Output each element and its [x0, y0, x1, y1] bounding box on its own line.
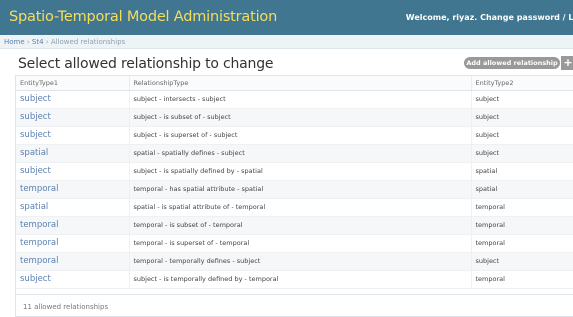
- results-table-container: EntityType1 RelationshipType EntityType2…: [15, 75, 573, 317]
- cell-entitytype1-link[interactable]: spatial: [16, 144, 130, 163]
- table-row[interactable]: spatial spatial - spatially defines - sub…: [16, 144, 573, 163]
- cell-relationshiptype: subject - is subset of - subject: [129, 108, 472, 127]
- cell-entitytype2: subject: [471, 252, 573, 271]
- cell-entitytype1-link[interactable]: temporal: [16, 234, 130, 253]
- table-row[interactable]: temporal temporal - is subset of - tempor…: [16, 216, 573, 235]
- cell-entitytype2: spatial: [471, 162, 573, 181]
- site-title[interactable]: Spatio-Temporal Model Administration: [9, 9, 277, 25]
- cell-entitytype2: subject: [471, 90, 573, 109]
- table-row[interactable]: temporal temporal - has spatial attribute…: [16, 180, 573, 199]
- cell-entitytype2: temporal: [471, 270, 573, 289]
- cell-relationshiptype: temporal - is subset of - temporal: [129, 216, 472, 235]
- cell-entitytype2: temporal: [471, 234, 573, 253]
- cell-relationshiptype: temporal - is superset of - temporal: [129, 234, 472, 253]
- user-tools[interactable]: Welcome, riyaz. Change password / Log o: [406, 13, 573, 22]
- table-row[interactable]: spatial spatial - is spatial attribute of…: [16, 198, 573, 217]
- table-row[interactable]: subject subject - is subset of - subject s…: [16, 108, 573, 127]
- cell-entitytype1-link[interactable]: temporal: [16, 252, 130, 271]
- cell-entitytype1-link[interactable]: temporal: [16, 216, 130, 235]
- header-bar: Spatio-Temporal Model Administration Wel…: [0, 0, 573, 35]
- breadcrumb-separator: ›: [43, 38, 51, 46]
- cell-entitytype2: spatial: [471, 180, 573, 199]
- breadcrumb: Home › St4 › Allowed relationships: [0, 35, 573, 49]
- table-row[interactable]: subject subject - is superset of - subjec…: [16, 126, 573, 145]
- cell-relationshiptype: temporal - temporally defines - subject: [129, 252, 472, 271]
- table-row[interactable]: subject subject - is spatially defined by…: [16, 162, 573, 181]
- cell-relationshiptype: subject - intersects - subject: [129, 90, 472, 109]
- breadcrumb-app-link[interactable]: St4: [32, 38, 44, 46]
- add-allowed-relationship-button[interactable]: Add allowed relationship: [464, 57, 560, 69]
- table-header-row: EntityType1 RelationshipType EntityType2: [16, 76, 573, 91]
- breadcrumb-current: Allowed relationships: [50, 38, 126, 46]
- table-row[interactable]: temporal temporal - temporally defines - …: [16, 252, 573, 271]
- cell-entitytype2: subject: [471, 144, 573, 163]
- column-header-entitytype2[interactable]: EntityType2: [471, 76, 573, 91]
- breadcrumb-separator: ›: [24, 38, 32, 46]
- paginator: 11 allowed relationships: [16, 294, 573, 316]
- add-plus-icon[interactable]: +: [561, 56, 573, 70]
- cell-entitytype1-link[interactable]: subject: [16, 162, 130, 181]
- cell-relationshiptype: subject - is superset of - subject: [129, 126, 472, 145]
- column-header-relationshiptype[interactable]: RelationshipType: [129, 76, 472, 91]
- breadcrumb-home-link[interactable]: Home: [4, 38, 25, 46]
- cell-relationshiptype: subject - is temporally defined by - tem…: [129, 270, 472, 289]
- page-title: Select allowed relationship to change: [18, 56, 274, 72]
- cell-relationshiptype: spatial - is spatial attribute of - temp…: [129, 198, 472, 217]
- table-row[interactable]: subject subject - is temporally defined b…: [16, 270, 573, 289]
- cell-entitytype1-link[interactable]: spatial: [16, 198, 130, 217]
- column-header-entitytype1[interactable]: EntityType1: [16, 76, 130, 91]
- cell-entitytype1-link[interactable]: subject: [16, 90, 130, 109]
- cell-entitytype1-link[interactable]: temporal: [16, 180, 130, 199]
- cell-entitytype1-link[interactable]: subject: [16, 108, 130, 127]
- table-row[interactable]: subject subject - intersects - subject sub…: [16, 90, 573, 109]
- cell-entitytype1-link[interactable]: subject: [16, 126, 130, 145]
- table-row[interactable]: temporal temporal - is superset of - temp…: [16, 234, 573, 253]
- cell-relationshiptype: temporal - has spatial attribute - spati…: [129, 180, 472, 199]
- cell-relationshiptype: spatial - spatially defines - subject: [129, 144, 472, 163]
- cell-entitytype2: temporal: [471, 216, 573, 235]
- cell-entitytype2: temporal: [471, 198, 573, 217]
- cell-relationshiptype: subject - is spatially defined by - spat…: [129, 162, 472, 181]
- cell-entitytype2: subject: [471, 108, 573, 127]
- cell-entitytype2: subject: [471, 126, 573, 145]
- cell-entitytype1-link[interactable]: subject: [16, 270, 130, 289]
- results-table: EntityType1 RelationshipType EntityType2…: [16, 76, 573, 289]
